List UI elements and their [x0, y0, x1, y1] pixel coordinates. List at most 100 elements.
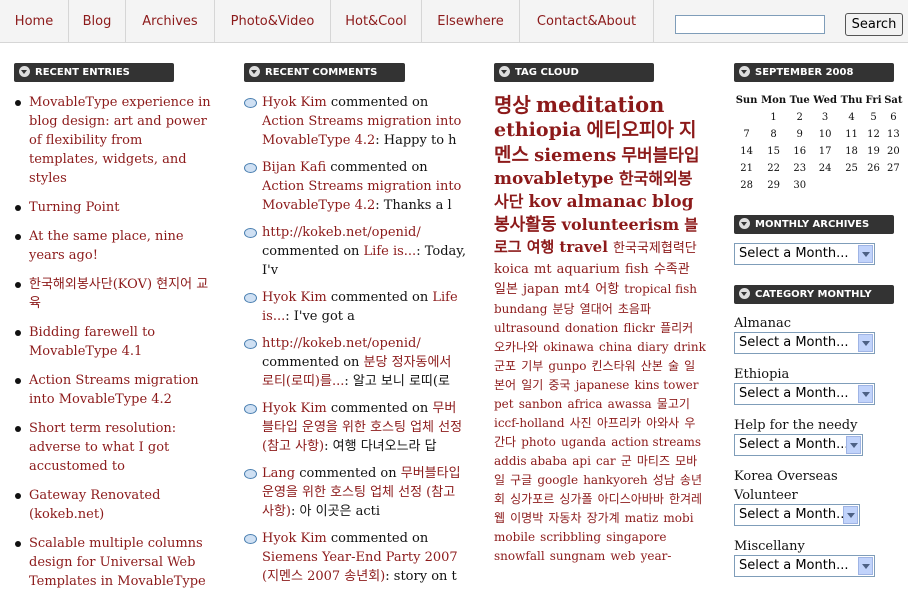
tag-link[interactable]: volunteerism — [562, 215, 680, 234]
tag-link[interactable]: japan — [523, 282, 559, 297]
tag-link[interactable]: 아프리카 — [597, 416, 641, 430]
collapse-arrow-icon[interactable] — [499, 65, 510, 77]
tag-link[interactable]: 장가계 — [587, 511, 620, 525]
calendar-day[interactable]: 20 — [883, 143, 904, 160]
tag-link[interactable]: hankyoreh — [583, 473, 647, 487]
tag-link[interactable]: 열대어 — [580, 302, 613, 316]
search-input[interactable] — [675, 15, 825, 34]
tag-link[interactable]: fish — [625, 262, 649, 277]
nav-hot-cool[interactable]: Hot&Cool — [331, 0, 422, 42]
tag-link[interactable]: 킨스타워 — [592, 359, 636, 373]
tag-link[interactable]: sanbon — [519, 397, 563, 411]
tag-link[interactable]: 웹 — [494, 511, 505, 525]
tag-link[interactable]: 자동차 — [548, 511, 581, 525]
calendar-day[interactable]: 6 — [883, 109, 904, 126]
tag-link[interactable]: 마티즈 — [637, 454, 670, 468]
tag-link[interactable]: mt4 — [564, 282, 590, 297]
calendar-day[interactable]: 27 — [883, 160, 904, 177]
calendar-day[interactable]: 7 — [734, 126, 759, 143]
comment-author-link[interactable]: Hyok Kim — [262, 401, 327, 416]
entry-link[interactable]: Short term resolution: adverse to what I… — [14, 419, 214, 476]
tag-link[interactable]: gunpo — [548, 359, 586, 373]
calendar-day[interactable]: 19 — [864, 143, 882, 160]
tag-link[interactable]: almanac — [567, 192, 647, 212]
tag-link[interactable]: 중국 — [548, 378, 570, 392]
calendar-day[interactable]: 15 — [759, 143, 788, 160]
tag-link[interactable]: africa — [567, 397, 602, 411]
tag-link[interactable]: 군포 — [494, 359, 516, 373]
tag-link[interactable]: 한국국제협력단 — [613, 241, 697, 256]
tag-link[interactable]: web — [610, 549, 635, 563]
tag-link[interactable]: travel — [559, 238, 608, 256]
category-month-select[interactable]: Select a Month... — [734, 555, 875, 577]
calendar-day[interactable]: 21 — [734, 160, 759, 177]
tag-link[interactable]: aquarium — [557, 262, 620, 277]
entry-link[interactable]: Gateway Renovated (kokeb.net) — [14, 486, 214, 524]
tag-link[interactable]: matiz — [625, 511, 659, 525]
entry-link[interactable]: At the same place, nine years ago! — [14, 227, 214, 265]
tag-link[interactable]: donation — [565, 321, 618, 335]
tag-link[interactable]: 일본 — [494, 282, 518, 297]
tag-link[interactable]: flickr — [623, 321, 655, 335]
entry-link[interactable]: Bidding farewell to MovableType 4.1 — [14, 323, 214, 361]
category-month-select[interactable]: Select a Month... — [734, 332, 875, 354]
comment-author-link[interactable]: Hyok Kim — [262, 531, 327, 546]
tag-link[interactable]: 어항 — [595, 282, 619, 297]
calendar-day[interactable]: 28 — [734, 177, 759, 194]
category-month-select[interactable]: Select a Month... — [734, 434, 863, 456]
nav-blog[interactable]: Blog — [69, 0, 126, 42]
calendar-day[interactable]: 17 — [811, 143, 838, 160]
tag-link[interactable]: sungnam — [550, 549, 606, 563]
calendar-day[interactable]: 25 — [839, 160, 864, 177]
tag-link[interactable]: 오카나와 — [494, 340, 538, 354]
tag-link[interactable]: car — [596, 454, 616, 468]
tag-link[interactable]: mobile — [494, 530, 535, 544]
comment-author-link[interactable]: http://kokeb.net/openid/ — [262, 336, 421, 351]
nav-home[interactable]: Home — [0, 0, 69, 42]
tag-link[interactable]: 기부 — [521, 359, 543, 373]
tag-link[interactable]: uganda — [561, 435, 606, 449]
dropdown-arrow-icon[interactable] — [858, 245, 873, 263]
nav-elsewhere[interactable]: Elsewhere — [422, 0, 520, 42]
tag-link[interactable]: china — [599, 340, 632, 354]
comment-post-link[interactable]: Life is... — [364, 244, 417, 259]
comment-author-link[interactable]: http://kokeb.net/openid/ — [262, 225, 421, 240]
tag-link[interactable]: 군 — [621, 454, 632, 468]
entry-link[interactable]: Turning Point — [14, 198, 214, 217]
tag-link[interactable]: 아와사 — [646, 416, 679, 430]
dropdown-arrow-icon[interactable] — [858, 385, 873, 403]
tag-link[interactable]: 성남 — [653, 473, 675, 487]
calendar-day[interactable]: 13 — [883, 126, 904, 143]
calendar-day[interactable]: 3 — [811, 109, 838, 126]
tag-link[interactable]: 산본 — [641, 359, 663, 373]
calendar-day[interactable]: 5 — [864, 109, 882, 126]
monthly-archives-select[interactable]: Select a Month... — [734, 243, 875, 265]
tag-link[interactable]: movabletype — [494, 169, 614, 189]
search-button[interactable]: Search — [845, 13, 903, 36]
calendar-day[interactable]: 16 — [788, 143, 811, 160]
tag-link[interactable]: 수족관 — [654, 262, 690, 277]
tag-link[interactable]: ethiopia — [494, 119, 581, 141]
tag-link[interactable]: diary — [637, 340, 668, 354]
dropdown-arrow-icon[interactable] — [843, 506, 858, 524]
tag-link[interactable]: 초음파 — [618, 302, 651, 316]
calendar-day[interactable]: 18 — [839, 143, 864, 160]
tag-link[interactable]: bundang — [494, 302, 547, 316]
collapse-arrow-icon[interactable] — [739, 65, 750, 77]
tag-link[interactable]: 플리커 — [660, 321, 693, 335]
tag-link[interactable]: meditation — [536, 92, 665, 117]
tag-link[interactable]: mt — [534, 262, 552, 277]
calendar-day[interactable]: 24 — [811, 160, 838, 177]
tag-link[interactable]: 싱가포르 — [510, 492, 554, 506]
dropdown-arrow-icon[interactable] — [858, 334, 873, 352]
nav-contact-about[interactable]: Contact&About — [520, 0, 654, 42]
tag-link[interactable]: scribbling — [540, 530, 601, 544]
tag-link[interactable]: google — [537, 473, 578, 487]
collapse-arrow-icon[interactable] — [249, 65, 260, 77]
calendar-day[interactable]: 9 — [788, 126, 811, 143]
entry-link[interactable]: Action Streams migration into MovableTyp… — [14, 371, 214, 409]
tag-link[interactable]: blog — [652, 192, 694, 212]
tag-link[interactable]: 일기 — [521, 378, 543, 392]
collapse-arrow-icon[interactable] — [739, 287, 750, 299]
calendar-day[interactable]: 22 — [759, 160, 788, 177]
